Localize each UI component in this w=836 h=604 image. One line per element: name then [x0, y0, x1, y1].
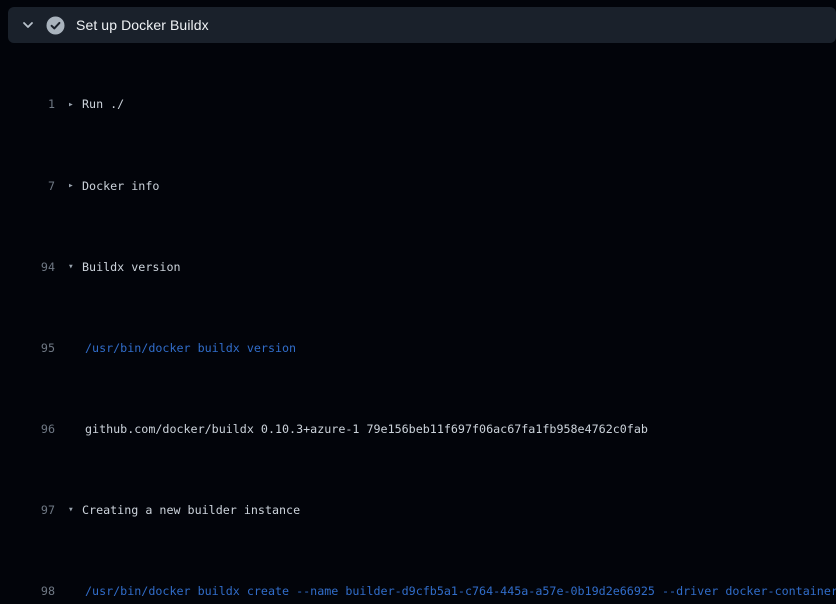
log-text: Run ./ [82, 97, 124, 111]
disclosure-triangle-icon: ▸ [68, 95, 82, 115]
line-number-link[interactable]: 96 [0, 419, 55, 439]
log-text: Buildx version [82, 260, 181, 274]
log-text: github.com/docker/buildx 0.10.3+azure-1 … [85, 422, 648, 436]
line-number-link[interactable]: 1 [0, 94, 55, 115]
log-row[interactable]: 94 ▾Buildx version [0, 257, 836, 278]
line-number-link[interactable]: 94 [0, 257, 55, 278]
log-row[interactable]: 7 ▸Docker info [0, 176, 836, 197]
log-row[interactable]: 97 ▾Creating a new builder instance [0, 500, 836, 521]
log-text: /usr/bin/docker buildx version [85, 341, 296, 355]
step-title: Set up Docker Buildx [76, 17, 209, 33]
step-header[interactable]: Set up Docker Buildx [8, 7, 836, 43]
line-number-link[interactable]: 7 [0, 176, 55, 197]
line-number-link[interactable]: 97 [0, 500, 55, 521]
disclosure-triangle-icon: ▾ [68, 500, 82, 520]
check-circle-icon [45, 15, 65, 35]
log-area: 1 ▸Run ./ 7 ▸Docker info 94 ▾Buildx vers… [0, 54, 836, 604]
line-number-link[interactable]: 95 [0, 338, 55, 358]
log-text: Creating a new builder instance [82, 503, 300, 517]
chevron-down-icon[interactable] [18, 15, 38, 35]
line-number-link[interactable]: 98 [0, 581, 55, 601]
log-row: 98 /usr/bin/docker buildx create --name … [0, 581, 836, 601]
log-text: /usr/bin/docker buildx create --name bui… [85, 584, 836, 598]
disclosure-triangle-icon: ▾ [68, 257, 82, 277]
log-row: 95 /usr/bin/docker buildx version [0, 338, 836, 358]
disclosure-triangle-icon: ▸ [68, 176, 82, 196]
log-row: 96 github.com/docker/buildx 0.10.3+azure… [0, 419, 836, 439]
log-text: Docker info [82, 179, 159, 193]
log-row[interactable]: 1 ▸Run ./ [0, 94, 836, 115]
